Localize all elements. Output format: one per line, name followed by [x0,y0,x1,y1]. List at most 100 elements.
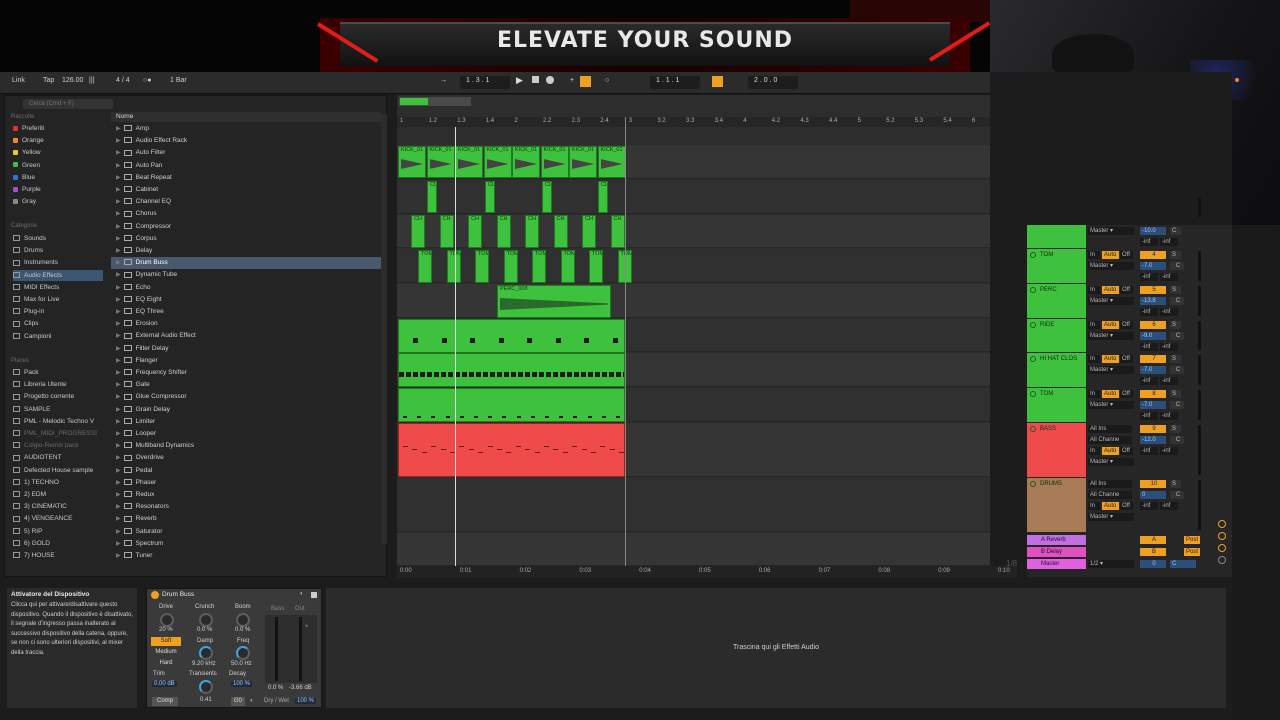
volume-field[interactable]: -13.8 [1140,297,1166,305]
browser-item[interactable]: ▶ Amp [111,123,381,135]
device-drop-area[interactable]: Trascina qui gli Effetti Audio [326,588,1226,708]
time-ruler[interactable]: 0:00 0:01 0:02 0:03 0:04 0:05 0:06 0:07 0:08 0:09… [397,566,1017,578]
track-activator-icon[interactable] [1030,481,1036,487]
loop-switch-icon[interactable] [712,76,723,87]
audio-clip-clap[interactable]: CL [542,181,552,213]
audio-clip-kick[interactable]: KICK_01 [398,146,426,178]
device-activator-icon[interactable] [151,591,159,599]
place-item[interactable]: Libreria Utente [13,379,105,390]
expand-arrow-icon[interactable]: ▶ [116,492,121,498]
expand-arrow-icon[interactable]: ▶ [116,272,121,278]
expand-arrow-icon[interactable]: ▶ [116,455,121,461]
return-button[interactable]: A [1140,536,1166,544]
overview-scroll[interactable] [399,97,471,106]
volume-field[interactable]: -10.0 [1140,227,1166,235]
monitor-in-button[interactable]: In [1088,355,1100,363]
expand-arrow-icon[interactable]: ▶ [116,224,121,230]
track-lane[interactable] [397,478,990,532]
monitor-off-button[interactable]: Off [1120,355,1133,363]
browser-item[interactable]: ▶ Multiband Dynamics [111,440,381,452]
mode-hard-button[interactable]: Hard [151,659,181,668]
freq-knob[interactable] [236,646,250,660]
drive-knob[interactable] [160,613,174,627]
expand-arrow-icon[interactable]: ▶ [116,187,121,193]
audio-clip-kick[interactable]: KICK_01 [597,146,626,178]
monitor-auto-button[interactable]: Auto [1102,502,1119,510]
browser-scrollbar[interactable] [381,114,387,544]
volume-field[interactable]: -7.0 [1140,262,1166,270]
monitor-in-button[interactable]: In [1088,502,1100,510]
nudge-icon[interactable]: ||| [89,77,94,84]
category-campioni[interactable]: Campioni [13,331,51,342]
input-type-select[interactable]: All Ins [1088,425,1132,433]
mode-soft-button[interactable]: Soft [151,637,181,646]
input-channel-select[interactable]: All Channe [1088,491,1132,499]
volume-field[interactable]: -7.0 [1140,366,1166,374]
monitor-off-button[interactable]: Off [1120,390,1133,398]
input-channel-select[interactable]: All Channe [1088,436,1132,444]
category-max-for-live[interactable]: Max for Live [13,294,59,305]
pre-post-button[interactable]: Post [1184,536,1200,544]
monitor-in-button[interactable]: In [1088,321,1100,329]
audio-output-select[interactable]: Master ▾ [1088,332,1134,340]
expand-arrow-icon[interactable]: ▶ [116,309,121,315]
browser-item[interactable]: ▶ Corpus [111,233,381,245]
expand-arrow-icon[interactable]: ▶ [116,285,121,291]
browser-item[interactable]: ▶ Dynamic Tube [111,269,381,281]
monitor-in-button[interactable]: In [1088,390,1100,398]
track-activator-icon[interactable] [1030,252,1036,258]
pan-field[interactable]: C [1170,491,1184,499]
expand-arrow-icon[interactable]: ▶ [116,443,121,449]
browser-item[interactable]: ▶ Limiter [111,416,381,428]
browser-item[interactable]: ▶ EQ Three [111,306,381,318]
pan-field[interactable]: C [1170,332,1184,340]
expand-arrow-icon[interactable]: ▶ [116,394,121,400]
audio-clip-tom[interactable]: TOM [532,250,546,283]
audio-output-select[interactable]: Master ▾ [1088,401,1134,409]
audio-clip-kick[interactable]: KICK_01 [426,146,455,178]
return-button[interactable]: B [1140,548,1166,556]
loop-start-field[interactable]: 1 . 1 . 1 [650,76,700,89]
monitor-auto-button[interactable]: Auto [1102,355,1119,363]
browser-list-header[interactable]: Nome [111,112,381,122]
place-item[interactable]: 1) TECHNO [13,477,105,488]
track-number-button[interactable]: 5 [1140,286,1166,294]
pre-post-button[interactable]: Post [1184,548,1200,556]
link-button[interactable]: Link [12,77,25,84]
track-number-button[interactable]: 7 [1140,355,1166,363]
track-activator-icon[interactable] [1030,356,1036,362]
solo-button[interactable]: S [1170,251,1181,259]
collection-yellow[interactable]: Yellow [13,147,41,158]
mixer-track-header[interactable]: TOM [1027,249,1086,283]
browser-item[interactable]: ▶ Channel EQ [111,196,381,208]
transients-knob[interactable] [199,680,213,694]
category-midi-effects[interactable]: MIDI Effects [13,282,59,293]
collection-orange[interactable]: Orange [13,135,44,146]
drive-value[interactable]: 20 % [159,627,173,633]
category-audio-effects[interactable]: Audio Effects [13,269,103,281]
monitor-auto-button[interactable]: Auto [1102,390,1119,398]
browser-item[interactable]: ▶ Auto Pan [111,160,381,172]
category-plug-in[interactable]: Plug-in [13,306,44,317]
drywet-value[interactable]: 100 % [295,698,317,704]
monitor-in-button[interactable]: In [1088,251,1100,259]
mixer-track-header[interactable] [1027,225,1086,248]
place-item[interactable]: 4) VENGEANCE [13,513,105,524]
monitor-off-button[interactable]: Off [1120,447,1133,455]
place-item[interactable]: 3) CINEMATIC [13,501,105,512]
expand-arrow-icon[interactable]: ▶ [116,260,121,266]
browser-item[interactable]: ▶ Erosion [111,318,381,330]
track-lane[interactable] [397,284,990,318]
song-position[interactable]: 1 . 3 . 1 [460,76,510,89]
midi-clip[interactable] [398,388,625,422]
category-instruments[interactable]: Instruments [13,257,58,268]
expand-arrow-icon[interactable]: ▶ [116,504,121,510]
audio-clip-hat[interactable]: CH [496,215,511,248]
expand-arrow-icon[interactable]: ▶ [116,211,121,217]
expand-arrow-icon[interactable]: ▶ [116,358,121,364]
audio-clip-kick[interactable]: KICK_01 [569,146,597,178]
loop-length-field[interactable]: 2 . 0 . 0 [748,76,798,89]
expand-arrow-icon[interactable]: ▶ [116,480,121,486]
audio-output-select[interactable]: Master ▾ [1088,513,1134,521]
mixer-track-header[interactable]: TOM [1027,388,1086,422]
